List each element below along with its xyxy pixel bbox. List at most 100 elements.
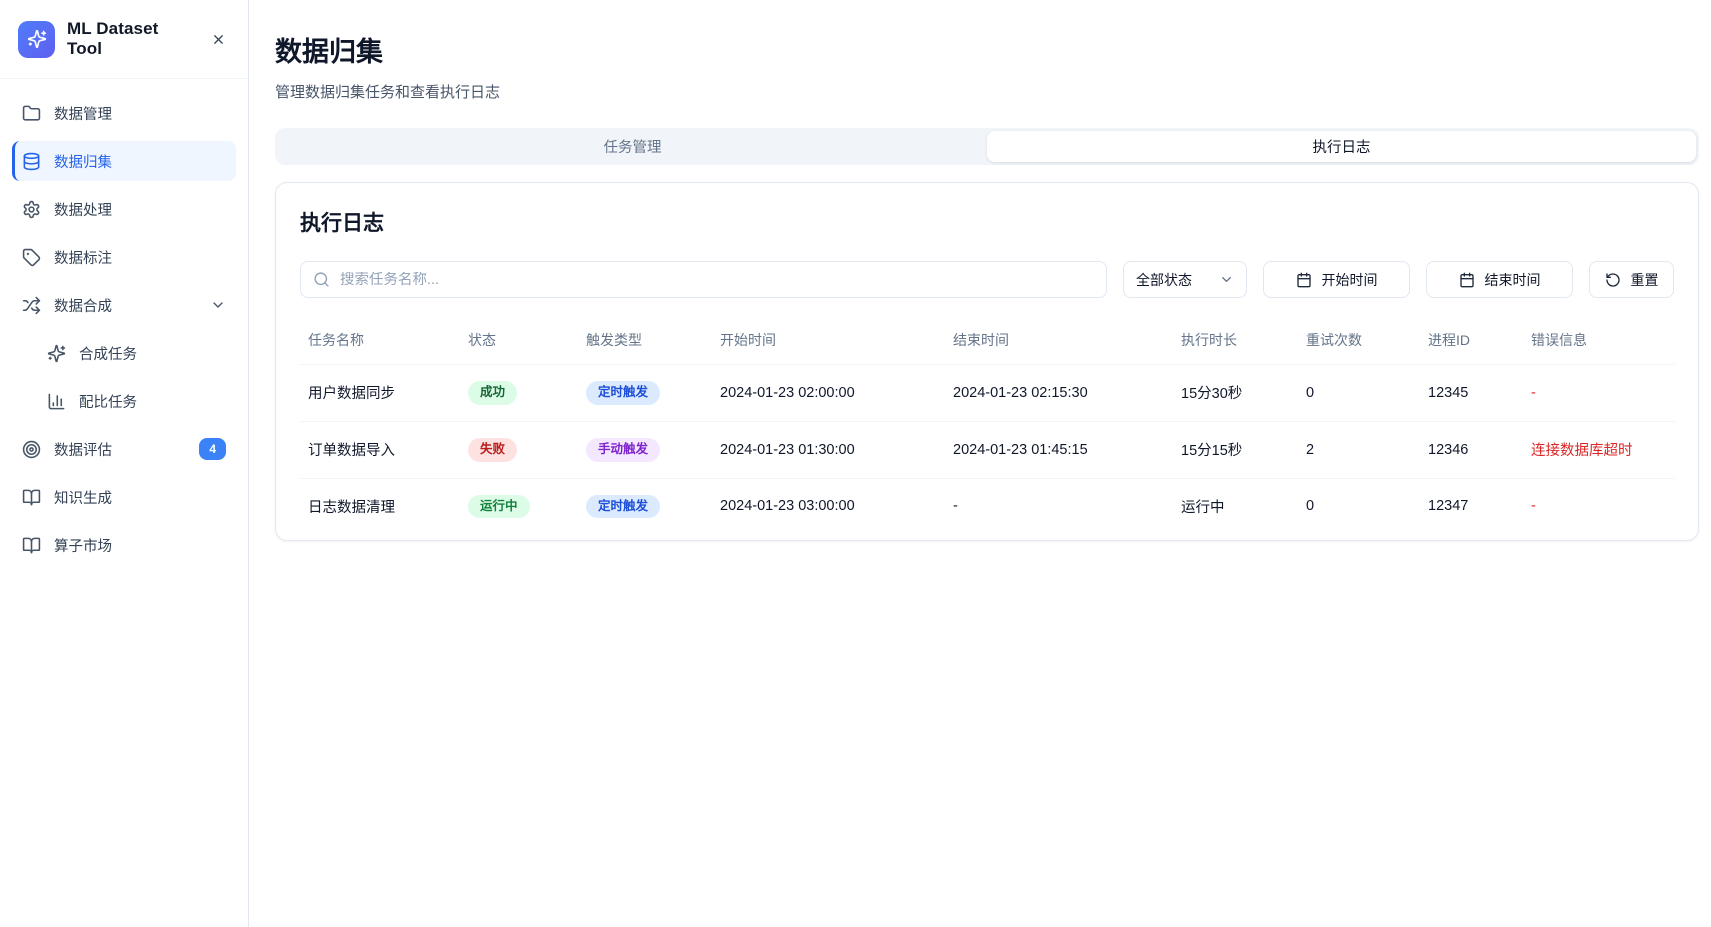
end-time-cell: 2024-01-23 01:45:15 (945, 421, 1173, 478)
end-time-cell: 2024-01-23 02:15:30 (945, 365, 1173, 422)
book-icon (22, 536, 41, 555)
sidebar-item-data-evaluation[interactable]: 数据评估 4 (12, 429, 236, 469)
sidebar-item-ratio-tasks[interactable]: 配比任务 (37, 381, 236, 421)
sparkles-icon (47, 344, 66, 363)
column-header: 任务名称 (300, 316, 460, 365)
app-title: ML Dataset Tool (67, 19, 194, 59)
sidebar-item-label: 数据归集 (54, 151, 112, 172)
duration-cell: 15分30秒 (1173, 365, 1298, 422)
chevron-down-icon (210, 297, 226, 313)
book-icon (22, 488, 41, 507)
count-badge: 4 (199, 438, 226, 460)
error-message-cell: 连接数据库超时 (1523, 421, 1675, 478)
column-header: 进程ID (1420, 316, 1523, 365)
duration-cell: 15分15秒 (1173, 421, 1298, 478)
close-sidebar-button[interactable] (206, 27, 230, 51)
tab-execution-log[interactable]: 执行日志 (987, 131, 1696, 162)
app-logo (18, 21, 55, 58)
sidebar-item-knowledge-generation[interactable]: 知识生成 (12, 477, 236, 517)
sidebar-item-label: 配比任务 (79, 391, 137, 412)
column-header: 触发类型 (578, 316, 712, 365)
column-header: 结束时间 (945, 316, 1173, 365)
execution-log-table: 任务名称状态触发类型开始时间结束时间执行时长重试次数进程ID错误信息 用户数据同… (300, 316, 1675, 534)
database-icon (22, 152, 41, 171)
sidebar-item-operator-market[interactable]: 算子市场 (12, 525, 236, 565)
execution-log-card: 执行日志 全部状态 开始时间 结束时间 重置 (275, 182, 1699, 541)
page-subtitle: 管理数据归集任务和查看执行日志 (275, 81, 1699, 102)
status-badge: 失败 (468, 438, 517, 462)
table-header-row: 任务名称状态触发类型开始时间结束时间执行时长重试次数进程ID错误信息 (300, 316, 1675, 365)
retry-count-cell: 2 (1298, 421, 1420, 478)
shuffle-icon (22, 296, 41, 315)
sidebar-item-label: 算子市场 (54, 535, 112, 556)
error-message-cell: - (1523, 365, 1675, 422)
process-id-cell: 12345 (1420, 365, 1523, 422)
sidebar-item-synthesis-tasks[interactable]: 合成任务 (37, 333, 236, 373)
table-body: 用户数据同步 成功 定时触发 2024-01-23 02:00:00 2024-… (300, 365, 1675, 535)
trigger-badge: 定时触发 (586, 495, 660, 519)
sidebar-item-data-collection[interactable]: 数据归集 (12, 141, 236, 181)
sidebar-item-label: 合成任务 (79, 343, 137, 364)
calendar-icon (1459, 272, 1475, 288)
sidebar-item-label: 数据处理 (54, 199, 112, 220)
status-filter-select[interactable]: 全部状态 (1123, 261, 1247, 298)
table-row: 用户数据同步 成功 定时触发 2024-01-23 02:00:00 2024-… (300, 365, 1675, 422)
sidebar-item-label: 数据评估 (54, 439, 112, 460)
sidebar-item-label: 知识生成 (54, 487, 112, 508)
page-title: 数据归集 (275, 30, 1699, 69)
sidebar-item-label: 数据管理 (54, 103, 112, 124)
tab-bar: 任务管理 执行日志 (275, 128, 1699, 165)
start-time-button[interactable]: 开始时间 (1263, 261, 1410, 298)
bar-chart-icon (47, 392, 66, 411)
error-message-cell: - (1523, 478, 1675, 534)
gear-icon (22, 200, 41, 219)
trigger-cell: 定时触发 (578, 478, 712, 534)
calendar-icon (1296, 272, 1312, 288)
column-header: 错误信息 (1523, 316, 1675, 365)
sidebar-item-label: 数据合成 (54, 295, 112, 316)
sparkles-icon (27, 29, 47, 49)
column-header: 开始时间 (712, 316, 945, 365)
sidebar-item-label: 数据标注 (54, 247, 112, 268)
start-time-cell: 2024-01-23 03:00:00 (712, 478, 945, 534)
table-row: 日志数据清理 运行中 定时触发 2024-01-23 03:00:00 - 运行… (300, 478, 1675, 534)
start-time-cell: 2024-01-23 01:30:00 (712, 421, 945, 478)
reset-icon (1605, 272, 1621, 288)
sidebar-item-data-annotation[interactable]: 数据标注 (12, 237, 236, 277)
target-icon (22, 440, 41, 459)
status-cell: 运行中 (460, 478, 578, 534)
tag-icon (22, 248, 41, 267)
trigger-cell: 定时触发 (578, 365, 712, 422)
trigger-cell: 手动触发 (578, 421, 712, 478)
folder-icon (22, 104, 41, 123)
end-time-button[interactable]: 结束时间 (1426, 261, 1573, 298)
card-title: 执行日志 (300, 207, 1674, 237)
trigger-badge: 手动触发 (586, 438, 660, 462)
main-content: 数据归集 管理数据归集任务和查看执行日志 任务管理 执行日志 执行日志 全部状态… (249, 0, 1711, 927)
process-id-cell: 12346 (1420, 421, 1523, 478)
sidebar-item-data-synthesis[interactable]: 数据合成 (12, 285, 236, 325)
chevron-down-icon (1219, 272, 1234, 287)
duration-cell: 运行中 (1173, 478, 1298, 534)
table-header: 任务名称状态触发类型开始时间结束时间执行时长重试次数进程ID错误信息 (300, 316, 1675, 365)
tab-task-management[interactable]: 任务管理 (278, 131, 987, 162)
table-row: 订单数据导入 失败 手动触发 2024-01-23 01:30:00 2024-… (300, 421, 1675, 478)
sidebar-header: ML Dataset Tool (0, 0, 248, 79)
filter-toolbar: 全部状态 开始时间 结束时间 重置 (300, 261, 1674, 298)
search-icon (313, 271, 330, 288)
retry-count-cell: 0 (1298, 478, 1420, 534)
search-input[interactable] (340, 272, 1094, 288)
close-icon (211, 32, 226, 47)
sidebar-item-data-management[interactable]: 数据管理 (12, 93, 236, 133)
status-filter-value: 全部状态 (1136, 270, 1192, 290)
status-badge: 运行中 (468, 495, 530, 519)
search-box (300, 261, 1107, 298)
start-time-cell: 2024-01-23 02:00:00 (712, 365, 945, 422)
retry-count-cell: 0 (1298, 365, 1420, 422)
task-name-cell: 日志数据清理 (300, 478, 460, 534)
reset-label: 重置 (1631, 270, 1659, 290)
column-header: 重试次数 (1298, 316, 1420, 365)
column-header: 状态 (460, 316, 578, 365)
sidebar-item-data-processing[interactable]: 数据处理 (12, 189, 236, 229)
reset-button[interactable]: 重置 (1589, 261, 1674, 298)
